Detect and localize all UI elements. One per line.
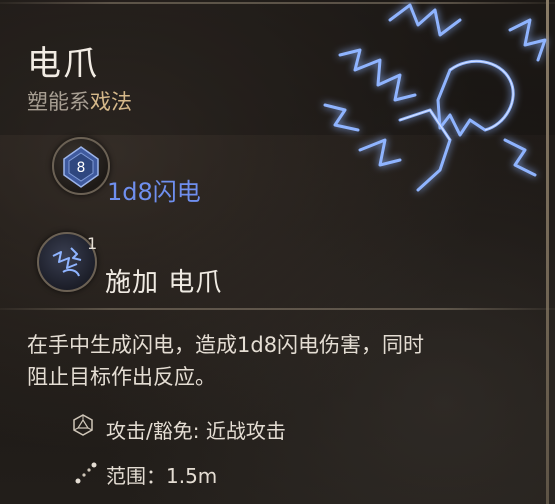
d8-shape: 8	[63, 146, 99, 188]
description-line-1: 在手中生成闪电，造成1d8闪电伤害，同时	[27, 333, 425, 357]
damage-text: 1d8闪电	[107, 178, 201, 206]
middle-divider	[0, 308, 555, 310]
school-name: 塑能系	[27, 90, 90, 114]
spell-type: 戏法	[90, 90, 132, 114]
d20-icon	[73, 414, 93, 436]
description-line-2: 阻止目标作出反应。	[27, 365, 216, 389]
d8-dice-icon: 8	[52, 137, 110, 195]
attack-save-text: 攻击/豁免: 近战攻击	[106, 419, 286, 443]
spell-name: 电爪	[27, 44, 99, 84]
apply-count: 1	[87, 234, 98, 253]
dice-value: 8	[77, 160, 86, 176]
spell-description: 在手中生成闪电，造成1d8闪电伤害，同时 阻止目标作出反应。	[27, 329, 507, 393]
range-dots-icon	[75, 462, 97, 484]
range-text: 范围：1.5m	[106, 464, 218, 488]
spell-school: 塑能系戏法	[27, 86, 132, 116]
apply-label: 施加 电爪	[105, 268, 223, 298]
lightning-fist-art	[323, 3, 547, 192]
